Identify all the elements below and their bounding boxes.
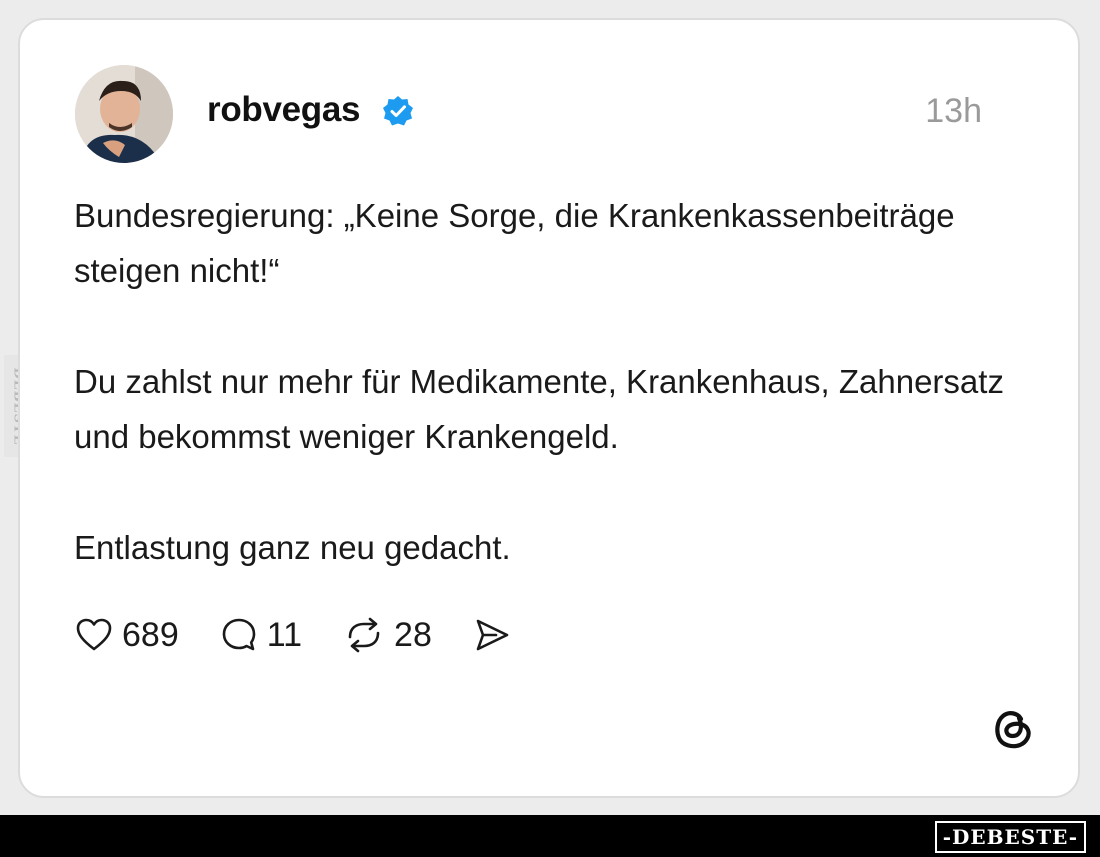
post-paragraph: Du zahlst nur mehr für Medikamente, Kran… [74, 363, 1004, 455]
post-paragraph: Entlastung ganz neu gedacht. [74, 529, 511, 566]
repost-count: 28 [394, 615, 432, 654]
watermark-bar: -DEBESTE- [0, 815, 1100, 857]
screenshot-background: DEBESTE robvegas 13h Bundesregierung: „K… [0, 0, 1100, 815]
post-paragraph: Bundesregierung: „Keine Sorge, die Krank… [74, 197, 955, 289]
heart-icon [76, 618, 112, 651]
avatar-photo [75, 65, 173, 163]
post-time: 13h [925, 92, 982, 130]
watermark-logo: -DEBESTE- [934, 821, 1086, 853]
avatar[interactable] [75, 65, 173, 163]
reply-count: 11 [266, 615, 303, 654]
threads-logo-icon [995, 711, 1031, 749]
like-count: 689 [122, 615, 179, 654]
repost-button[interactable]: 28 [342, 615, 432, 655]
comment-bubble-icon [222, 618, 256, 651]
reply-button[interactable]: 11 [219, 615, 302, 655]
username[interactable]: robvegas [207, 90, 361, 130]
post-body: Bundesregierung: „Keine Sorge, die Krank… [74, 188, 1034, 575]
post-actions: 689 11 28 [74, 612, 552, 658]
send-icon [476, 619, 509, 651]
repost-icon [348, 617, 380, 653]
like-button[interactable]: 689 [74, 615, 179, 655]
share-button[interactable] [472, 615, 512, 655]
verified-badge-icon [383, 96, 413, 126]
